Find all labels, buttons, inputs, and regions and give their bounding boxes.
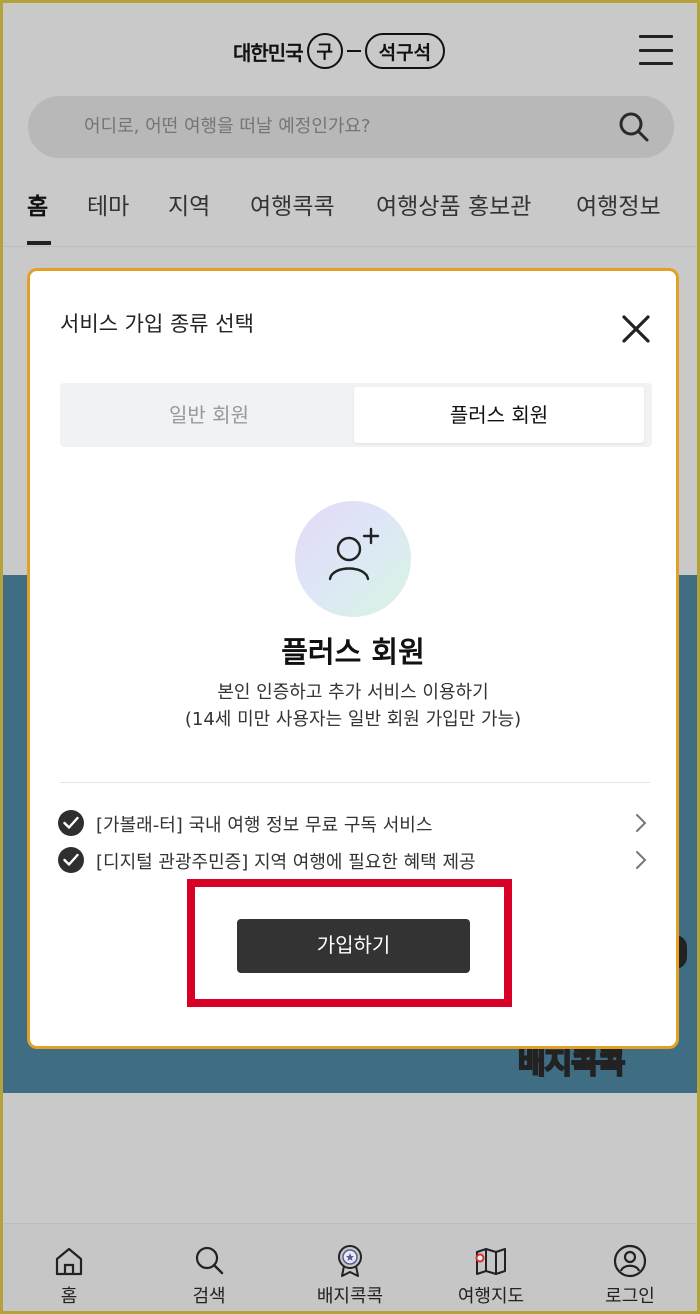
benefit-item-subscription[interactable]: [가볼래-터] 국내 여행 정보 무료 구독 서비스 (58, 808, 654, 838)
search-bar[interactable] (28, 96, 674, 158)
check-icon (58, 810, 84, 836)
plus-member-desc: 본인 인증하고 추가 서비스 이용하기 (217, 682, 489, 703)
bottom-nav-home[interactable]: 홈 (9, 1224, 129, 1311)
tab-home[interactable]: 홈 (27, 187, 48, 221)
bottom-nav: 홈 검색 배지콕콕 여행지도 로그인 (3, 1223, 697, 1311)
plus-member-note: (14세 미만 사용자는 일반 회원 가입만 가능) (184, 709, 522, 730)
tab-plus-member[interactable]: 플러스 회원 (354, 387, 644, 443)
main-nav: 홈 테마 지역 여행콕콕 여행상품 홍보관 여행정보 (3, 181, 697, 247)
chevron-right-icon[interactable] (634, 813, 648, 833)
tab-travel-products[interactable]: 여행상품 홍보관 (376, 187, 531, 221)
logo-circle: 구 (306, 33, 343, 69)
tab-travel-kokkok[interactable]: 여행콕콕 (250, 187, 335, 221)
check-icon (58, 847, 84, 873)
bottom-nav-badge[interactable]: 배지콕콕 (290, 1224, 410, 1311)
user-icon (613, 1244, 647, 1278)
logo-line (346, 49, 361, 53)
tab-general-member[interactable]: 일반 회원 (64, 387, 354, 443)
bottom-nav-label: 여행지도 (457, 1286, 525, 1307)
tab-theme[interactable]: 테마 (87, 187, 129, 221)
active-tab-underline (27, 241, 51, 245)
badge-medal-icon (338, 1245, 362, 1277)
divider (60, 782, 650, 783)
benefit-label: [디지털 관광주민증] 지역 여행에 필요한 혜택 제공 (96, 852, 476, 873)
tab-travel-info[interactable]: 여행정보 (576, 187, 661, 221)
bottom-nav-search[interactable]: 검색 (149, 1224, 269, 1311)
highlight-box (187, 879, 512, 1007)
map-icon (475, 1248, 506, 1275)
plus-member-title: 플러스 회원 (281, 635, 425, 669)
modal-title: 서비스 가입 종류 선택 (60, 312, 254, 336)
bottom-nav-login[interactable]: 로그인 (570, 1224, 690, 1311)
bottom-nav-label: 홈 (60, 1286, 78, 1307)
chevron-right-icon[interactable] (634, 850, 648, 870)
search-icon[interactable] (618, 111, 650, 143)
tab-region[interactable]: 지역 (168, 187, 210, 221)
add-user-icon (295, 501, 411, 617)
benefit-label: [가볼래-터] 국내 여행 정보 무료 구독 서비스 (96, 815, 433, 836)
logo-pill: 석구석 (364, 33, 446, 69)
site-logo[interactable]: 대한민국 구 석구석 (233, 31, 446, 71)
search-input[interactable] (84, 96, 604, 158)
home-icon (55, 1247, 83, 1276)
bottom-nav-label: 배지콕콕 (316, 1286, 384, 1307)
close-icon[interactable] (620, 313, 652, 345)
page: 대한민국 구 석구석 홈 테마 지역 여행콕콕 여행상품 홍보관 여행정보 배지… (3, 3, 697, 1311)
logo-prefix: 대한민국 (233, 40, 304, 65)
benefit-item-digital-id[interactable]: [디지털 관광주민증] 지역 여행에 필요한 혜택 제공 (58, 845, 654, 875)
bottom-nav-label: 검색 (192, 1286, 226, 1307)
hamburger-menu-icon[interactable] (639, 33, 673, 67)
bottom-nav-label: 로그인 (605, 1286, 655, 1307)
member-type-selector: 일반 회원 플러스 회원 (60, 383, 652, 447)
bottom-nav-map[interactable]: 여행지도 (431, 1224, 551, 1311)
search-icon (195, 1246, 224, 1275)
